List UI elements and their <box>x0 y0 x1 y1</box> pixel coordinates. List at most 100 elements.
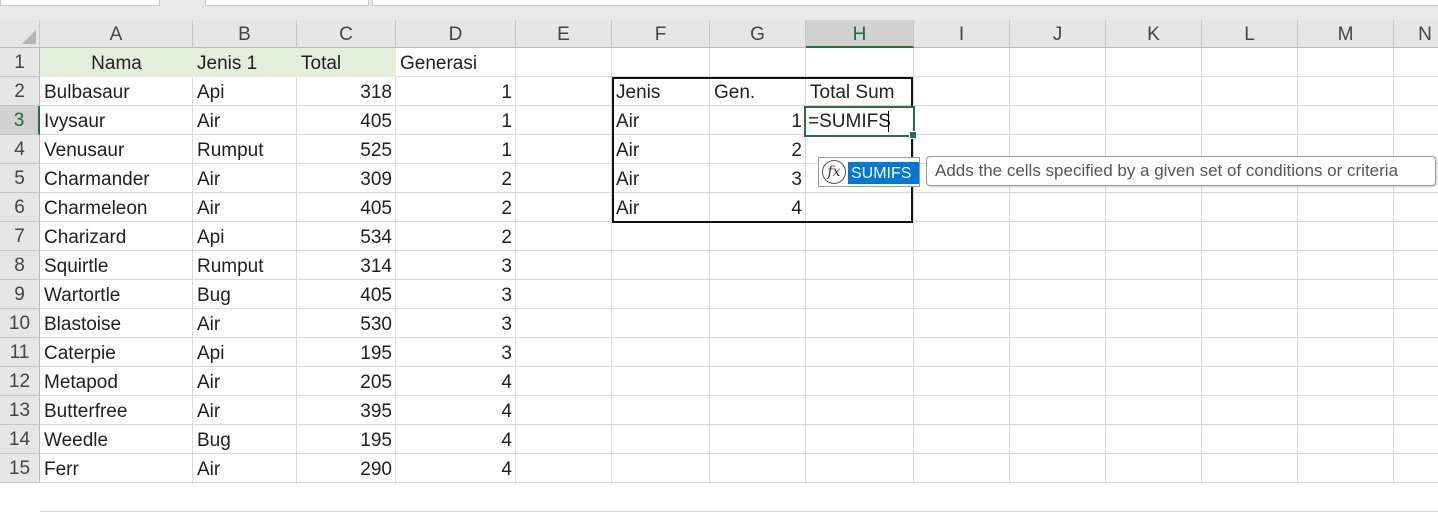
table-cell-generation[interactable]: 4 <box>396 396 516 425</box>
table-cell-generation[interactable]: 1 <box>396 135 516 164</box>
table-cell-generation[interactable]: 2 <box>396 164 516 193</box>
row-header-7[interactable]: 7 <box>0 222 40 251</box>
summary-cell-generation[interactable]: 4 <box>710 193 806 222</box>
table-cell-type[interactable]: Air <box>193 106 297 135</box>
cell-edit-text[interactable]: =SUMIFS <box>808 106 891 135</box>
row-header-5[interactable]: 5 <box>0 164 40 193</box>
table-cell-type[interactable]: Api <box>193 338 297 367</box>
table-cell-type[interactable]: Air <box>193 309 297 338</box>
table-cell-name[interactable]: Blastoise <box>40 309 193 338</box>
row-header-4[interactable]: 4 <box>0 135 40 164</box>
row-header-14[interactable]: 14 <box>0 425 40 454</box>
column-header-m[interactable]: M <box>1298 20 1394 48</box>
row-header-11[interactable]: 11 <box>0 338 40 367</box>
table-cell-total[interactable]: 314 <box>297 251 396 280</box>
summary-header-gen[interactable]: Gen. <box>710 77 806 106</box>
table-cell-type[interactable]: Bug <box>193 280 297 309</box>
row-header-9[interactable]: 9 <box>0 280 40 309</box>
select-all-corner[interactable] <box>0 20 40 48</box>
summary-header-jenis[interactable]: Jenis <box>612 77 710 106</box>
column-header-b[interactable]: B <box>193 20 297 48</box>
table-cell-generation[interactable]: 2 <box>396 222 516 251</box>
table-cell-name[interactable]: Weedle <box>40 425 193 454</box>
table-cell-type[interactable]: Air <box>193 396 297 425</box>
table-cell-total[interactable]: 534 <box>297 222 396 251</box>
header-cell-generasi[interactable]: Generasi <box>396 48 516 77</box>
table-cell-total[interactable]: 405 <box>297 280 396 309</box>
row-header-12[interactable]: 12 <box>0 367 40 396</box>
header-cell-jenis[interactable]: Jenis 1 <box>193 48 297 77</box>
table-cell-type[interactable]: Rumput <box>193 251 297 280</box>
table-cell-generation[interactable]: 3 <box>396 309 516 338</box>
row-header-6[interactable]: 6 <box>0 193 40 222</box>
column-header-i[interactable]: I <box>914 20 1010 48</box>
table-cell-type[interactable]: Air <box>193 193 297 222</box>
table-cell-total[interactable]: 205 <box>297 367 396 396</box>
table-cell-generation[interactable]: 3 <box>396 251 516 280</box>
column-header-g[interactable]: G <box>710 20 806 48</box>
column-header-c[interactable]: C <box>297 20 396 48</box>
summary-cell-generation[interactable]: 2 <box>710 135 806 164</box>
spreadsheet-grid[interactable]: A B C D E F G H I J K L M N 1 2 3 4 5 6 7 8 9 10 11 12 13 14 15 Nama J… <box>0 20 1438 512</box>
summary-header-total-sum[interactable]: Total Sum <box>806 77 914 106</box>
table-cell-name[interactable]: Charmeleon <box>40 193 193 222</box>
column-header-e[interactable]: E <box>516 20 612 48</box>
fill-handle[interactable] <box>909 131 917 139</box>
summary-cell-type[interactable]: Air <box>612 106 710 135</box>
table-cell-total[interactable]: 318 <box>297 77 396 106</box>
summary-cell-type[interactable]: Air <box>612 135 710 164</box>
column-header-h[interactable]: H <box>806 20 914 48</box>
summary-cell-generation[interactable]: 1 <box>710 106 806 135</box>
table-cell-generation[interactable]: 4 <box>396 367 516 396</box>
table-cell-name[interactable]: Squirtle <box>40 251 193 280</box>
row-header-8[interactable]: 8 <box>0 251 40 280</box>
formula-autocomplete-list[interactable]: fx SUMIFS <box>818 157 920 187</box>
table-cell-name[interactable]: Charizard <box>40 222 193 251</box>
table-cell-name[interactable]: Charmander <box>40 164 193 193</box>
row-header-2[interactable]: 2 <box>0 77 40 106</box>
table-cell-generation[interactable]: 1 <box>396 77 516 106</box>
table-cell-type[interactable]: Air <box>193 367 297 396</box>
table-cell-total[interactable]: 525 <box>297 135 396 164</box>
table-cell-name[interactable]: Venusaur <box>40 135 193 164</box>
row-header-15[interactable]: 15 <box>0 454 40 483</box>
header-cell-nama[interactable]: Nama <box>40 48 193 77</box>
table-cell-name[interactable]: Caterpie <box>40 338 193 367</box>
table-cell-name[interactable]: Wartortle <box>40 280 193 309</box>
row-header-10[interactable]: 10 <box>0 309 40 338</box>
table-cell-type[interactable]: Api <box>193 77 297 106</box>
header-cell-total[interactable]: Total <box>297 48 396 77</box>
row-header-1[interactable]: 1 <box>0 48 40 77</box>
table-cell-total[interactable]: 195 <box>297 338 396 367</box>
table-cell-total[interactable]: 309 <box>297 164 396 193</box>
row-header-3[interactable]: 3 <box>0 106 40 135</box>
table-cell-generation[interactable]: 4 <box>396 454 516 483</box>
table-cell-total[interactable]: 290 <box>297 454 396 483</box>
column-header-l[interactable]: L <box>1202 20 1298 48</box>
table-cell-total[interactable]: 405 <box>297 193 396 222</box>
table-cell-name[interactable]: Bulbasaur <box>40 77 193 106</box>
row-header-13[interactable]: 13 <box>0 396 40 425</box>
summary-cell-type[interactable]: Air <box>612 193 710 222</box>
table-cell-generation[interactable]: 3 <box>396 280 516 309</box>
table-cell-name[interactable]: Ferr <box>40 454 193 483</box>
table-cell-generation[interactable]: 1 <box>396 106 516 135</box>
toolbar-box-left[interactable] <box>0 0 160 6</box>
formula-bar[interactable] <box>372 0 1438 6</box>
table-cell-generation[interactable]: 4 <box>396 425 516 454</box>
summary-cell-type[interactable]: Air <box>612 164 710 193</box>
autocomplete-item-sumifs[interactable]: SUMIFS <box>848 162 919 184</box>
table-cell-total[interactable]: 395 <box>297 396 396 425</box>
column-header-j[interactable]: J <box>1010 20 1106 48</box>
table-cell-name[interactable]: Butterfree <box>40 396 193 425</box>
table-cell-type[interactable]: Air <box>193 164 297 193</box>
table-cell-total[interactable]: 530 <box>297 309 396 338</box>
column-header-k[interactable]: K <box>1106 20 1202 48</box>
summary-cell-generation[interactable]: 3 <box>710 164 806 193</box>
table-cell-name[interactable]: Metapod <box>40 367 193 396</box>
column-header-d[interactable]: D <box>396 20 516 48</box>
column-header-a[interactable]: A <box>40 20 193 48</box>
column-header-n[interactable]: N <box>1394 20 1438 48</box>
table-cell-name[interactable]: Ivysaur <box>40 106 193 135</box>
table-cell-type[interactable]: Bug <box>193 425 297 454</box>
